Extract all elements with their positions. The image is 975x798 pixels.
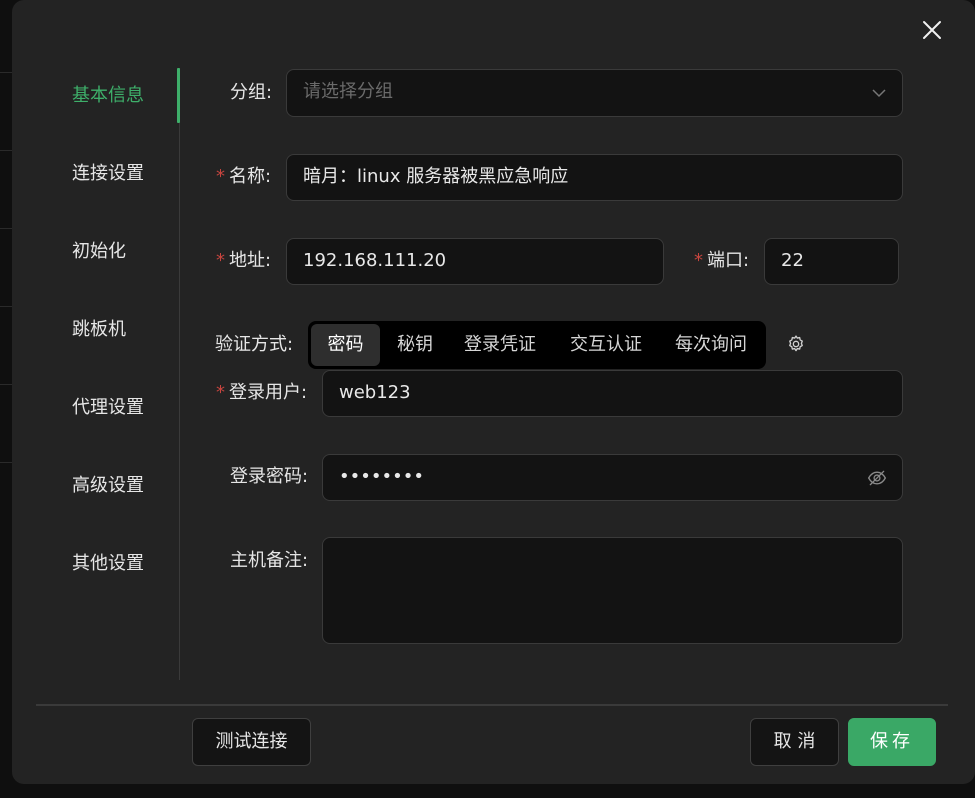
address-label: * 地址: <box>216 249 271 273</box>
address-input[interactable]: 192.168.111.20 <box>286 238 664 285</box>
port-input[interactable]: 22 <box>764 238 899 285</box>
name-label: * 名称: <box>216 165 271 189</box>
auth-option-ask-each-time[interactable]: 每次询问 <box>665 324 757 366</box>
address-label-text: 地址: <box>229 250 272 271</box>
name-input[interactable]: 暗月：linux 服务器被黑应急响应 <box>286 154 903 201</box>
sidebar-item-other-settings[interactable]: 其他设置 <box>72 552 144 576</box>
required-marker: * <box>216 250 225 271</box>
required-marker: * <box>216 166 225 187</box>
group-select[interactable]: 请选择分组 <box>286 69 903 117</box>
port-label-text: 端口: <box>707 250 750 271</box>
footer-divider <box>36 704 948 706</box>
login-user-label: * 登录用户: <box>216 381 307 405</box>
background-separator <box>0 228 12 229</box>
auth-option-credential[interactable]: 登录凭证 <box>454 324 546 366</box>
login-user-input[interactable]: web123 <box>322 370 903 417</box>
login-password-label: 登录密码: <box>230 466 309 487</box>
sidebar-item-initialization[interactable]: 初始化 <box>72 240 126 264</box>
host-edit-dialog: 基本信息 连接设置 初始化 跳板机 代理设置 高级设置 其他设置 分组: 请选择… <box>12 0 975 784</box>
host-note-textarea[interactable] <box>322 537 903 644</box>
background-separator <box>0 306 12 307</box>
gear-icon <box>789 335 803 352</box>
auth-option-secret-key[interactable]: 秘钥 <box>386 324 444 366</box>
sidebar-item-basic-info[interactable]: 基本信息 <box>72 84 144 108</box>
auth-method-segmented: 密码 秘钥 登录凭证 交互认证 每次询问 <box>308 321 766 369</box>
chevron-down-icon <box>872 89 886 98</box>
host-note-label: 主机备注: <box>230 550 309 571</box>
background-separator <box>0 150 12 151</box>
login-user-label-text: 登录用户: <box>229 382 308 403</box>
password-value: •••••••• <box>339 466 424 487</box>
test-connection-button[interactable]: 测试连接 <box>192 718 311 766</box>
background-separator <box>0 462 12 463</box>
cancel-button[interactable]: 取 消 <box>750 718 839 766</box>
group-label: 分组: <box>230 82 273 103</box>
background-separator <box>0 72 12 73</box>
auth-method-label: 验证方式: <box>215 334 294 355</box>
port-label: * 端口: <box>694 249 749 273</box>
eye-off-icon[interactable] <box>867 468 887 488</box>
save-button[interactable]: 保存 <box>848 718 936 766</box>
required-marker: * <box>216 382 225 403</box>
sidebar-item-proxy-settings[interactable]: 代理设置 <box>72 396 144 420</box>
sidebar-item-connection-settings[interactable]: 连接设置 <box>72 162 144 186</box>
background-separator <box>0 384 12 385</box>
login-password-input[interactable]: •••••••• <box>322 454 903 501</box>
group-placeholder: 请选择分组 <box>303 81 393 102</box>
auth-option-password[interactable]: 密码 <box>311 324 380 366</box>
sidebar-item-jump-host[interactable]: 跳板机 <box>72 318 126 342</box>
close-icon <box>923 21 941 39</box>
sidebar-item-advanced-settings[interactable]: 高级设置 <box>72 474 144 498</box>
auth-settings-button[interactable] <box>786 334 806 354</box>
name-label-text: 名称: <box>229 166 272 187</box>
sidebar-divider <box>179 68 180 680</box>
required-marker: * <box>694 250 703 271</box>
auth-option-interactive[interactable]: 交互认证 <box>560 324 652 366</box>
close-button[interactable] <box>920 18 944 42</box>
sidebar-active-indicator <box>177 68 180 123</box>
